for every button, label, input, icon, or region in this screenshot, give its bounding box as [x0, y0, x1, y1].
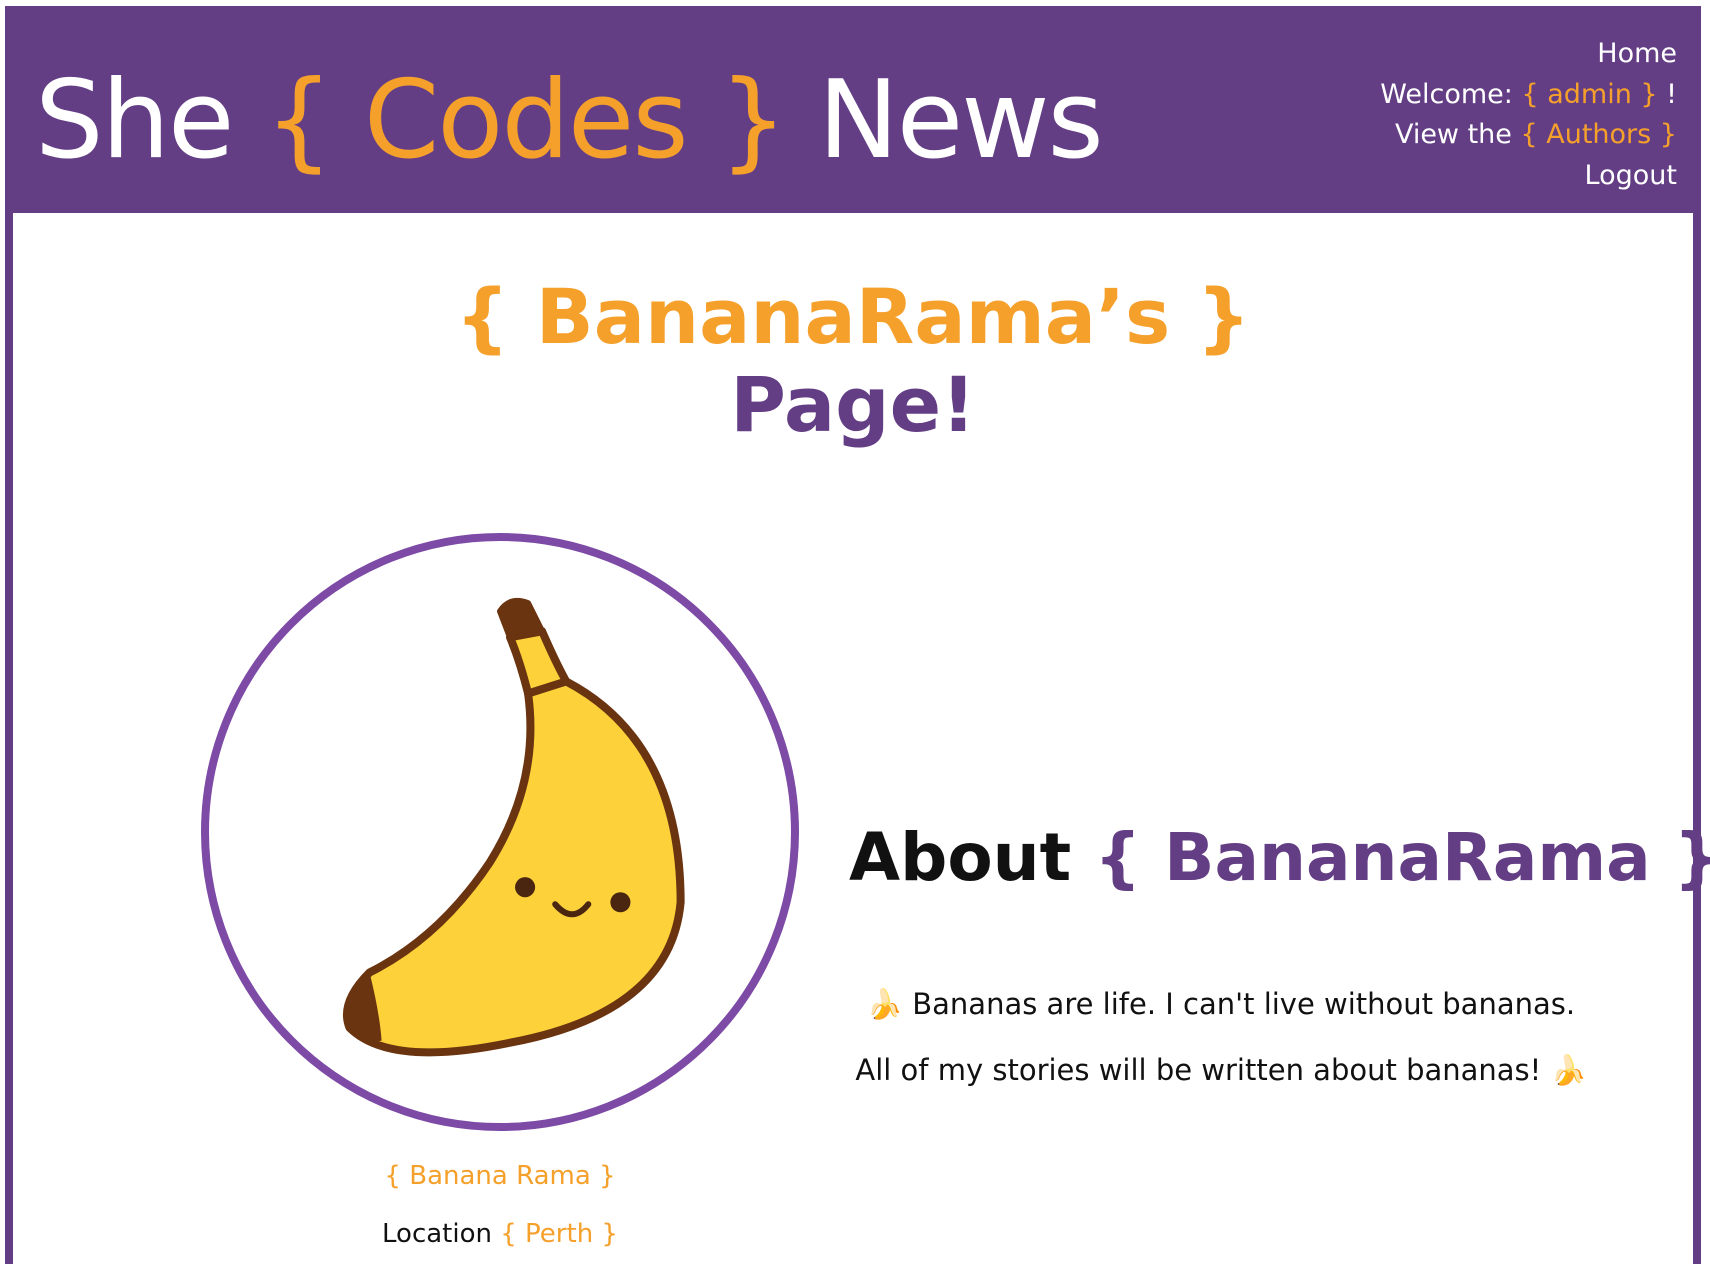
page-title-name: { BananaRama’s }: [455, 272, 1251, 361]
location-label: Location: [382, 1219, 501, 1249]
banana-icon: [342, 598, 685, 1057]
about-label: About: [849, 819, 1095, 896]
welcome-prefix: Welcome:: [1380, 78, 1522, 110]
authors-prefix: View the: [1394, 119, 1521, 150]
top-nav: Home Welcome: { admin } ! View the { Aut…: [1380, 34, 1677, 196]
about-name: { BananaRama }: [1094, 819, 1710, 896]
welcome-username: { admin }: [1521, 78, 1658, 110]
page-title: { BananaRama’s } Page!: [13, 273, 1693, 449]
site-header: She { Codes } News Home Welcome: { admin…: [5, 6, 1701, 213]
logo-prefix: She: [35, 58, 234, 183]
welcome-suffix: !: [1657, 78, 1677, 110]
author-bio: 🍌 Bananas are life. I can't live without…: [855, 987, 1587, 1087]
location: Location { Perth }: [201, 1216, 799, 1252]
site-logo[interactable]: She { Codes } News: [35, 46, 1104, 196]
nav-home-link[interactable]: Home: [1597, 38, 1677, 69]
avatar: [201, 533, 799, 1131]
authors-line: View the { Authors }: [1380, 115, 1677, 156]
nav-authors-link[interactable]: { Authors }: [1521, 119, 1678, 150]
about-heading: About { BananaRama }: [849, 813, 1710, 903]
page-title-suffix: Page!: [730, 360, 976, 449]
nav-logout-link[interactable]: Logout: [1585, 160, 1677, 191]
logo-middle: { Codes }: [264, 58, 788, 183]
welcome-line: Welcome: { admin } !: [1380, 75, 1677, 116]
logo-suffix: News: [817, 58, 1104, 183]
profile-content: { BananaRama’s } Page! { Banana Rama } L…: [13, 213, 1710, 1264]
location-value: { Perth }: [500, 1219, 618, 1249]
display-name: { Banana Rama }: [384, 1161, 616, 1191]
page-frame: She { Codes } News Home Welcome: { admin…: [5, 6, 1710, 1264]
